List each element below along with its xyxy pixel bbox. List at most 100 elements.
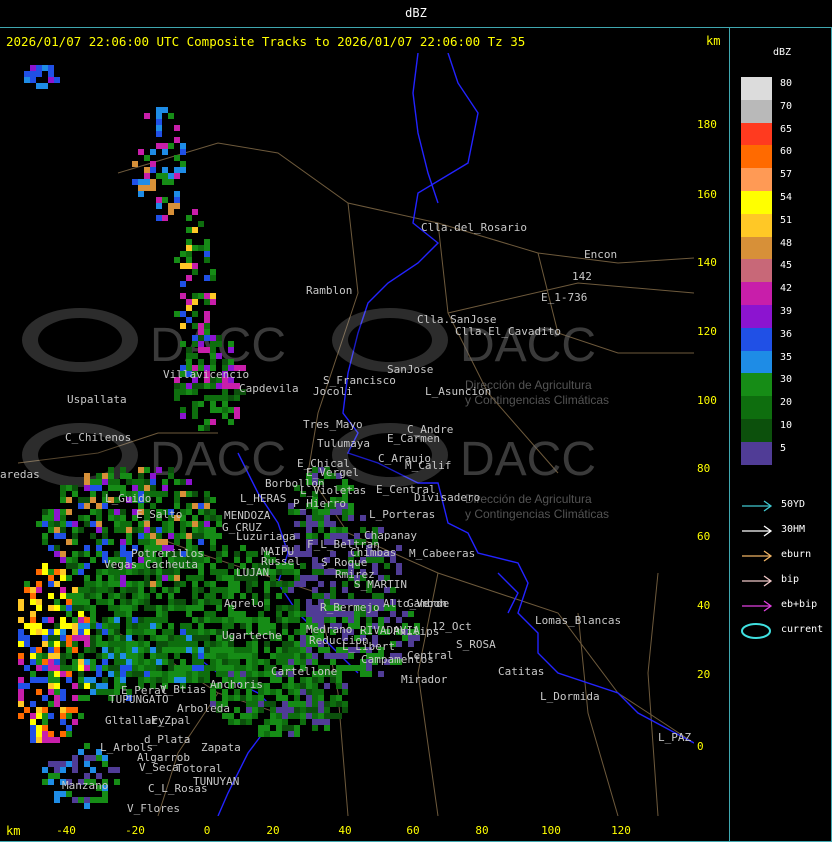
echo-cell (54, 581, 60, 587)
echo-cell (378, 617, 384, 623)
echo-cell (102, 755, 108, 761)
echo-cell (144, 581, 150, 587)
echo-cell (168, 635, 174, 641)
echo-cell (78, 683, 84, 689)
echo-cell (210, 545, 216, 551)
echo-cell (90, 611, 96, 617)
echo-cell (162, 143, 168, 149)
echo-cell (72, 707, 78, 713)
echo-cell (204, 617, 210, 623)
echo-cell (246, 707, 252, 713)
echo-cell (198, 587, 204, 593)
echo-cell (42, 617, 48, 623)
echo-cell (72, 761, 78, 767)
track-arrow-icon (742, 525, 773, 537)
echo-cell (192, 635, 198, 641)
place-label: Capdevila (239, 382, 299, 395)
echo-cell (246, 557, 252, 563)
echo-cell (312, 521, 318, 527)
echo-cell (270, 689, 276, 695)
echo-cell (354, 617, 360, 623)
echo-cell (60, 719, 66, 725)
echo-cell (198, 563, 204, 569)
echo-cell (162, 635, 168, 641)
echo-cell (258, 725, 264, 731)
echo-cell (60, 515, 66, 521)
y-tick-label: 40 (697, 599, 711, 612)
echo-cell (60, 497, 66, 503)
echo-cell (84, 551, 90, 557)
echo-cell (324, 683, 330, 689)
echo-cell (210, 395, 216, 401)
echo-cell (156, 539, 162, 545)
echo-cell (42, 767, 48, 773)
echo-cell (318, 713, 324, 719)
echo-cell (348, 653, 354, 659)
echo-cell (282, 581, 288, 587)
echo-cell (288, 611, 294, 617)
echo-cell (120, 545, 126, 551)
echo-cell (72, 593, 78, 599)
echo-cell (264, 593, 270, 599)
echo-cell (150, 185, 156, 191)
echo-cell (120, 605, 126, 611)
echo-cell (90, 767, 96, 773)
echo-cell (210, 629, 216, 635)
echo-cell (150, 623, 156, 629)
echo-cell (192, 533, 198, 539)
echo-cell (180, 599, 186, 605)
scale-swatch (741, 373, 772, 397)
echo-cell (30, 653, 36, 659)
echo-cell (42, 641, 48, 647)
echo-cell (96, 539, 102, 545)
place-label: Cacheuta (145, 558, 198, 571)
echo-cell (48, 671, 54, 677)
echo-cell (108, 587, 114, 593)
echo-cell (156, 119, 162, 125)
echo-cell (282, 569, 288, 575)
echo-cell (30, 611, 36, 617)
echo-cell (114, 521, 120, 527)
echo-cell (198, 617, 204, 623)
echo-cell (84, 587, 90, 593)
echo-cell (126, 623, 132, 629)
echo-cell (72, 635, 78, 641)
echo-cell (24, 77, 30, 83)
echo-cell (216, 557, 222, 563)
echo-cell (120, 527, 126, 533)
echo-cell (60, 605, 66, 611)
echo-cell (210, 599, 216, 605)
echo-cell (210, 353, 216, 359)
echo-cell (204, 521, 210, 527)
echo-cell (102, 533, 108, 539)
echo-cell (396, 569, 402, 575)
track-label: current (781, 624, 824, 635)
echo-cell (300, 563, 306, 569)
track-label: bip (781, 574, 800, 585)
echo-cell (84, 665, 90, 671)
scale-swatch (741, 419, 772, 442)
echo-cell (168, 593, 174, 599)
echo-cell (66, 509, 72, 515)
echo-cell (72, 617, 78, 623)
echo-cell (162, 539, 168, 545)
place-label: E_Carmen (387, 432, 440, 445)
echo-cell (42, 83, 48, 89)
echo-cell (108, 635, 114, 641)
echo-cell (198, 653, 204, 659)
echo-cell (174, 581, 180, 587)
echo-cell (90, 635, 96, 641)
echo-cell (78, 713, 84, 719)
echo-cell (222, 359, 228, 365)
echo-cell (90, 689, 96, 695)
echo-cell (180, 641, 186, 647)
echo-cell (228, 341, 234, 347)
place-label: Clla.El_Cavadito (455, 325, 561, 338)
echo-cell (120, 599, 126, 605)
echo-cell (258, 695, 264, 701)
echo-cell (150, 659, 156, 665)
echo-cell (144, 173, 150, 179)
echo-cell (186, 623, 192, 629)
echo-cell (210, 347, 216, 353)
echo-cell (90, 755, 96, 761)
